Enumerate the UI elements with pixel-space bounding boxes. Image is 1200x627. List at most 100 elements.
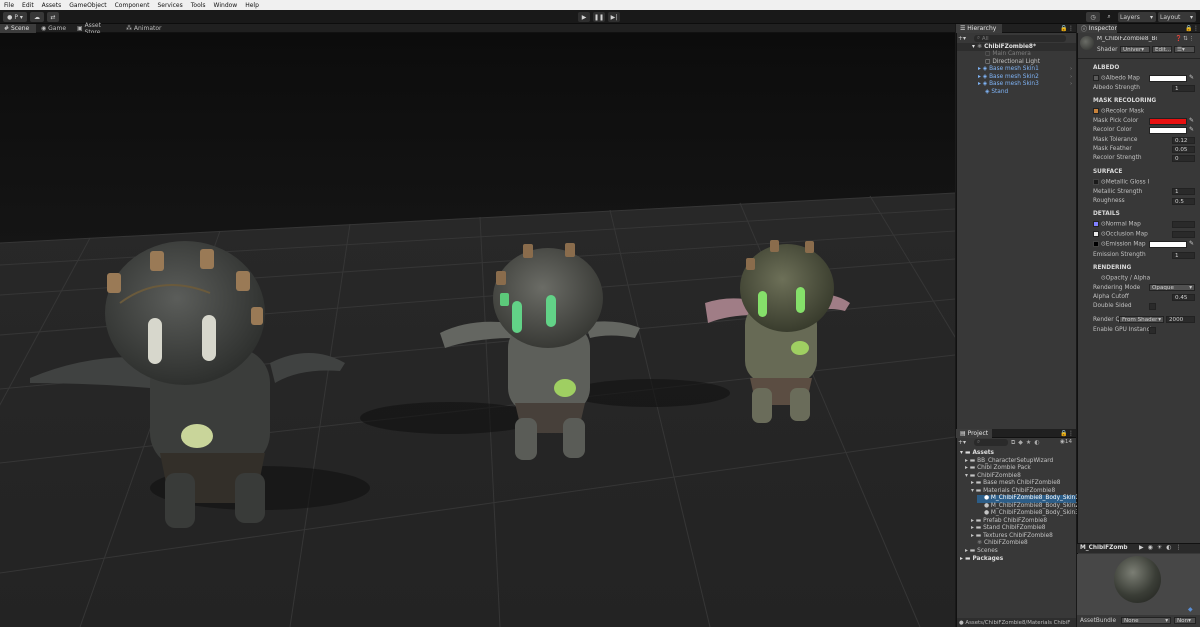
create-asset-button[interactable]: +▾ <box>958 439 970 446</box>
emission-strength-field[interactable]: 1 <box>1172 252 1195 259</box>
tab-scene[interactable]: # Scene <box>0 24 36 33</box>
metallic-strength-field[interactable]: 1 <box>1172 188 1195 195</box>
lock-icon[interactable]: 🔒 <box>1060 25 1067 32</box>
hierarchy-item-main-camera[interactable]: ▢ Main Camera <box>985 51 1031 59</box>
texture-slot-icon[interactable] <box>1093 231 1099 237</box>
hierarchy-item-root[interactable]: ▾ ⚛ ChibiFZombie8* <box>972 43 1036 51</box>
albedo-strength-field[interactable]: 1 <box>1172 85 1195 92</box>
project-item-packages[interactable]: ▸ ▬ Packages <box>960 555 1003 563</box>
project-item-folder[interactable]: ▾ ▬ ChibiFZombie8 <box>965 472 1021 480</box>
emission-color-swatch[interactable] <box>1149 241 1187 248</box>
recolor-strength-field[interactable]: 0 <box>1172 155 1195 162</box>
play-button[interactable]: ▶ <box>578 12 590 22</box>
menu-component[interactable]: Component <box>115 2 150 9</box>
menu-tools[interactable]: Tools <box>191 2 206 9</box>
eyedropper-icon[interactable]: ✎ <box>1189 117 1195 124</box>
kebab-menu-icon[interactable]: ⋮ <box>1068 430 1074 437</box>
render-queue-dropdown[interactable]: From Shader ▾ <box>1119 316 1164 323</box>
project-item-assets[interactable]: ▾ ▬ Assets <box>960 449 994 457</box>
project-item-folder[interactable]: ▾ ▬ Materials ChibiFZombie8 <box>971 487 1055 495</box>
filter-label-icon[interactable]: ◆ <box>1018 439 1026 446</box>
project-item-folder[interactable]: ▸ ▬ Prefab ChibiFZombie8 <box>971 517 1047 525</box>
render-queue-field[interactable]: 2000 <box>1166 316 1195 323</box>
menu-services[interactable]: Services <box>157 2 182 9</box>
project-item-folder[interactable]: ▸ ▬ Scenes <box>965 547 998 555</box>
texture-slot-icon[interactable] <box>1093 179 1099 185</box>
project-item-material-skin1[interactable]: ● M_ChibiFZombie8_Body_Skin1 <box>984 495 1079 503</box>
mask-tolerance-field[interactable]: 0.12 <box>1172 137 1195 144</box>
recolor-color-swatch[interactable] <box>1149 127 1187 134</box>
scene-viewport[interactable] <box>0 33 955 627</box>
eyedropper-icon[interactable]: ✎ <box>1189 240 1195 247</box>
kebab-menu-icon[interactable]: ⋮ <box>1189 36 1196 42</box>
layout-dropdown[interactable]: Layout ▾ <box>1158 12 1196 22</box>
assetbundle-dropdown[interactable]: None ▾ <box>1121 617 1171 624</box>
mask-pick-color-swatch[interactable] <box>1149 118 1187 125</box>
edit-shader-button[interactable]: Edit... <box>1152 46 1172 53</box>
rendering-mode-dropdown[interactable]: Opaque ▾ <box>1149 284 1195 291</box>
texture-slot-icon[interactable] <box>1093 275 1099 281</box>
chevron-right-icon[interactable]: › <box>1070 66 1072 74</box>
hidden-packages-icon[interactable]: ◐ <box>1034 439 1042 446</box>
lock-icon[interactable]: 🔒 <box>1185 25 1192 32</box>
play-icon[interactable]: ▶ <box>1139 544 1148 551</box>
tab-project[interactable]: ▤ Project <box>956 429 992 438</box>
sphere-icon[interactable]: ◉ <box>1148 544 1157 551</box>
normal-scale-field[interactable] <box>1172 221 1195 228</box>
tab-hierarchy[interactable]: ☰ Hierarchy <box>956 24 1002 33</box>
chevron-right-icon[interactable]: › <box>1070 74 1072 82</box>
pause-button[interactable]: ❚❚ <box>593 12 605 22</box>
tab-animator[interactable]: ⁂ Animator <box>122 24 166 33</box>
menu-help[interactable]: Help <box>245 2 259 9</box>
project-item-folder[interactable]: ▸ ▬ Base mesh ChibiFZombie8 <box>971 480 1060 488</box>
project-item-material-skin2[interactable]: ● M_ChibiFZombie8_Body_Skin2 <box>984 502 1079 510</box>
light-icon[interactable]: ☀ <box>1157 544 1166 551</box>
project-search-input[interactable]: ⌕ <box>974 439 1008 446</box>
texture-slot-icon[interactable] <box>1093 221 1099 227</box>
cloud-button[interactable]: ☁ <box>30 12 44 22</box>
help-icon[interactable]: ❓ <box>1175 36 1183 42</box>
double-sided-checkbox[interactable] <box>1149 303 1156 310</box>
hierarchy-search-input[interactable]: ⌕ All <box>974 35 1066 42</box>
menu-window[interactable]: Window <box>214 2 238 9</box>
project-item-folder[interactable]: ▸ ▬ Stand ChibiFZombie8 <box>971 525 1045 533</box>
menu-assets[interactable]: Assets <box>42 2 62 9</box>
lock-icon[interactable]: 🔒 <box>1060 430 1067 437</box>
search-button[interactable]: ⌕ <box>1102 12 1116 22</box>
step-button[interactable]: ▶| <box>608 12 620 22</box>
eyedropper-icon[interactable]: ✎ <box>1189 126 1195 133</box>
project-item-scene[interactable]: ⚛ ChibiFZombie8 <box>977 540 1028 548</box>
tab-game[interactable]: ◉ Game <box>37 24 69 33</box>
texture-slot-icon[interactable] <box>1093 241 1099 247</box>
menu-gameobject[interactable]: GameObject <box>69 2 106 9</box>
sphere-icon[interactable]: ◐ <box>1166 544 1175 551</box>
tab-asset-store[interactable]: ▣ Asset Store <box>73 22 119 36</box>
hierarchy-item-directional-light[interactable]: ▢ Directional Light <box>985 58 1040 66</box>
shader-options-dropdown[interactable]: ☰▾ <box>1174 46 1195 53</box>
kebab-menu-icon[interactable]: ⋮ <box>1176 544 1186 551</box>
occlusion-strength-field[interactable] <box>1172 231 1195 238</box>
hierarchy-item-stand[interactable]: ◈ Stand <box>985 88 1008 96</box>
texture-slot-icon[interactable] <box>1093 108 1099 114</box>
project-item-folder[interactable]: ▸ ▬ BB_CharacterSetupWizard <box>965 457 1053 465</box>
collab-button[interactable]: ⇄ <box>47 12 59 22</box>
albedo-color-swatch[interactable] <box>1149 75 1187 82</box>
account-button[interactable]: ● P ▾ <box>3 12 27 22</box>
texture-slot-icon[interactable] <box>1093 75 1099 81</box>
history-button[interactable]: ◷ <box>1086 12 1100 22</box>
menu-file[interactable]: File <box>4 2 14 9</box>
layers-dropdown[interactable]: Layers ▾ <box>1118 12 1156 22</box>
hierarchy-item-base-mesh-skin3[interactable]: ▸ ◈ Base mesh Skin3 <box>978 81 1039 89</box>
tab-inspector[interactable]: ⓘ Inspector <box>1077 24 1117 33</box>
roughness-field[interactable]: 0.5 <box>1172 198 1195 205</box>
eyedropper-icon[interactable]: ✎ <box>1189 74 1195 81</box>
add-object-button[interactable]: +▾ <box>958 35 970 42</box>
hierarchy-item-base-mesh-skin2[interactable]: ▸ ◈ Base mesh Skin2 <box>978 73 1039 81</box>
project-item-folder[interactable]: ▸ ▬ Chibi Zombie Pack <box>965 465 1031 473</box>
project-item-material-skin3[interactable]: ● M_ChibiFZombie8_Body_Skin3 <box>984 510 1079 518</box>
shader-dropdown[interactable]: Univer▾ <box>1120 46 1150 53</box>
alpha-cutoff-field[interactable]: 0.45 <box>1172 294 1195 301</box>
chevron-right-icon[interactable]: › <box>1070 81 1072 89</box>
hierarchy-item-base-mesh-skin1[interactable]: ▸ ◈ Base mesh Skin1 <box>978 66 1039 74</box>
mask-feather-field[interactable]: 0.05 <box>1172 146 1195 153</box>
